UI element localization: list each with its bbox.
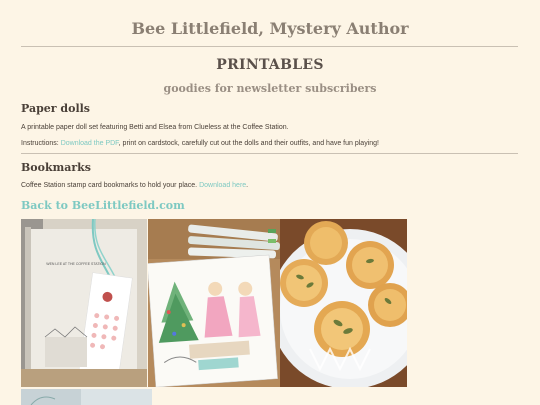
paper-doll-coloring-photo[interactable] bbox=[148, 219, 280, 387]
bookmarks-section: Bookmarks Coffee Station stamp card book… bbox=[21, 161, 521, 191]
paper-dolls-section: Paper dolls A printable paper doll set f… bbox=[21, 102, 521, 149]
page-subtitle: goodies for newsletter subscribers bbox=[163, 82, 377, 95]
section-divider bbox=[21, 153, 518, 154]
muffins-photo[interactable] bbox=[280, 219, 407, 387]
paper-dolls-instructions: Instructions: Download the PDF, print on… bbox=[21, 139, 521, 149]
bookmarks-description: Coffee Station stamp card bookmarks to h… bbox=[21, 181, 521, 191]
instructions-suffix: , print on cardstock, carefully cut out … bbox=[118, 140, 379, 147]
header-divider bbox=[21, 46, 518, 47]
instructions-prefix: Instructions: bbox=[21, 140, 61, 147]
bookmarks-heading: Bookmarks bbox=[21, 161, 91, 174]
bookmarks-description-suffix: . bbox=[246, 182, 249, 189]
download-here-link[interactable]: Download here bbox=[199, 182, 246, 189]
bottom-photo-image bbox=[21, 389, 152, 405]
page-title: PRINTABLES bbox=[216, 57, 324, 73]
paper-dolls-heading: Paper dolls bbox=[21, 102, 90, 115]
bookmark-photo-image: WEN LEE AT THE COFFEE STATION bbox=[21, 219, 147, 387]
bookmark-photo[interactable]: WEN LEE AT THE COFFEE STATION bbox=[21, 219, 147, 387]
bottom-photo-partial[interactable] bbox=[21, 389, 152, 405]
back-to-site-link[interactable]: Back to BeeLittlefield.com bbox=[21, 199, 185, 212]
paper-dolls-description: A printable paper doll set featuring Bet… bbox=[21, 124, 289, 131]
download-pdf-link[interactable]: Download the PDF bbox=[61, 140, 119, 147]
coloring-photo-image bbox=[148, 219, 280, 387]
site-title[interactable]: Bee Littlefield, Mystery Author bbox=[0, 19, 540, 38]
book-title-text: WEN LEE AT THE COFFEE STATION bbox=[46, 262, 106, 266]
muffins-photo-image bbox=[280, 219, 407, 387]
bookmarks-description-prefix: Coffee Station stamp card bookmarks to h… bbox=[21, 182, 200, 189]
